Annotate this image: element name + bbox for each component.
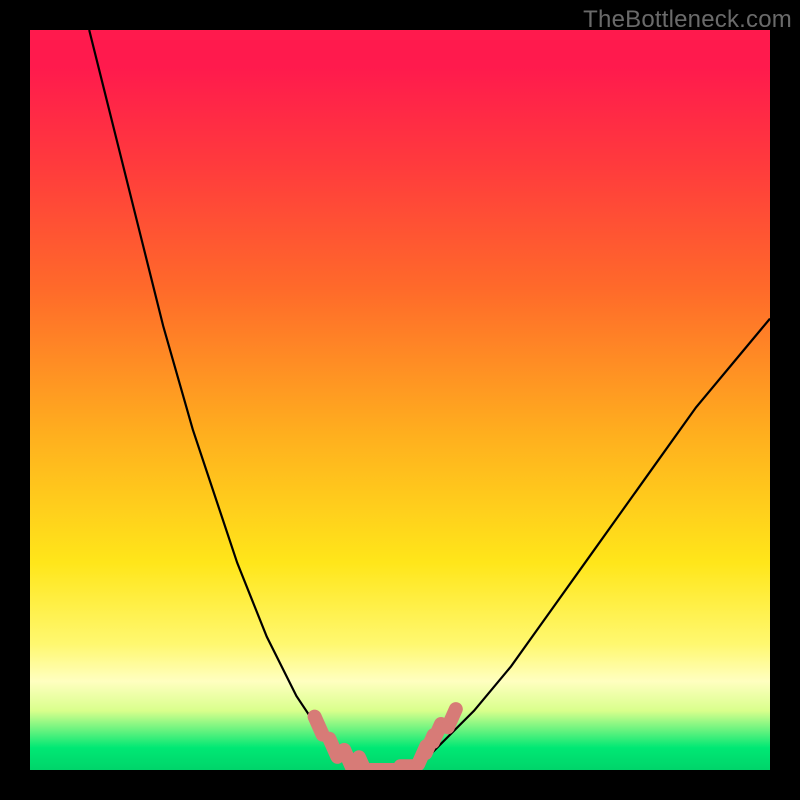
outer-frame: TheBottleneck.com <box>0 0 800 800</box>
watermark-text: TheBottleneck.com <box>583 6 792 34</box>
highlight-dot <box>329 739 337 757</box>
curve-layer <box>30 30 770 770</box>
bottleneck-curve-path <box>89 30 770 770</box>
highlight-dot <box>344 750 352 768</box>
highlight-dots-group <box>315 709 456 770</box>
highlight-dot <box>448 709 456 727</box>
highlight-dot <box>433 724 441 742</box>
highlight-dot <box>315 717 323 735</box>
plot-area <box>30 30 770 770</box>
